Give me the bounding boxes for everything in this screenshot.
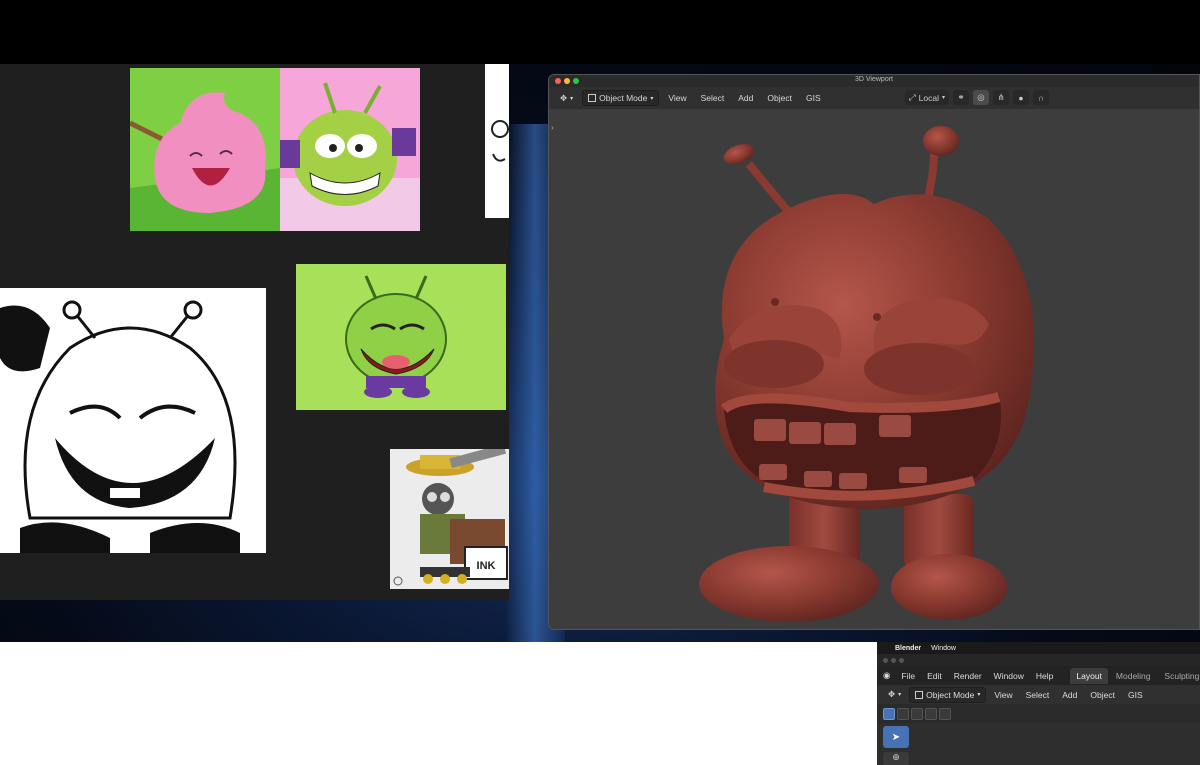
mode-dropdown[interactable]: Object Mode ▾ (582, 90, 660, 106)
snap-target-button[interactable]: ⋔ (993, 90, 1009, 105)
chevron-down-icon: ▾ (898, 692, 902, 698)
blender-logo-icon[interactable]: ◉ (883, 670, 890, 681)
chevron-down-icon: ▾ (977, 692, 981, 698)
menu-render[interactable]: Render (949, 669, 987, 683)
app-menu-blender[interactable]: Blender (895, 645, 921, 652)
snap-target-icon: ⋔ (997, 92, 1005, 102)
cursor-arrow-icon: ➤ (891, 731, 901, 743)
chevron-right-icon[interactable]: › (551, 123, 554, 132)
viewport-canvas[interactable] (549, 109, 1199, 629)
reference-image-lime-alien[interactable] (296, 264, 506, 410)
menu-select[interactable]: Select (696, 91, 730, 105)
reference-art-5: INK (393, 449, 508, 586)
cursor-tool-button[interactable]: ⊕ (883, 752, 909, 765)
select-subtract-icon[interactable] (911, 707, 923, 720)
menu-view[interactable]: View (989, 688, 1017, 702)
blender-viewport-header: ✥ ▾ Object Mode ▾ View Select Add Object … (877, 685, 1200, 704)
menu-object[interactable]: Object (1085, 688, 1120, 702)
menu-edit[interactable]: Edit (922, 669, 947, 683)
menu-gis[interactable]: GIS (1123, 688, 1148, 702)
select-intersect-icon[interactable] (939, 707, 951, 720)
top-black-band (0, 0, 1200, 64)
reference-art-4 (345, 275, 447, 398)
menu-view[interactable]: View (663, 91, 691, 105)
mode-label: Object Mode (599, 93, 648, 103)
menu-object[interactable]: Object (762, 91, 797, 105)
select-new-icon[interactable] (883, 707, 895, 720)
minimize-window-button[interactable] (891, 658, 896, 663)
chevron-down-icon: ▾ (650, 95, 654, 102)
blender-main-window[interactable]: Blender Window ◉ File Edit Render Window… (877, 642, 1200, 765)
app-menu-window[interactable]: Window (931, 645, 956, 652)
reference-art-1 (130, 68, 420, 231)
reference-art-3 (0, 288, 266, 553)
zoom-window-button[interactable] (899, 658, 904, 663)
viewport-title: 3D Viewport (854, 76, 893, 83)
mac-menubar: Blender Window (877, 642, 1200, 654)
viewport-right-tools: ⤢ Local ▾ ⚭ ◎ ⋔ ● ∩ (904, 90, 1049, 105)
menu-gis[interactable]: GIS (801, 91, 826, 105)
falloff-button[interactable]: ∩ (1033, 90, 1049, 105)
chevron-down-icon: ▾ (941, 95, 945, 101)
ink-label: INK (477, 560, 496, 572)
menu-select[interactable]: Select (1021, 688, 1055, 702)
close-window-button[interactable] (883, 658, 888, 663)
proportional-edit-toggle[interactable]: ● (1013, 90, 1029, 105)
orientation-label: Local (918, 92, 939, 103)
window-controls (877, 654, 1200, 666)
axis-editor-icon: ✥ (560, 92, 568, 103)
screen: INK 3D Viewport ✥ ▾ Object Mode ▾ View S… (0, 0, 1200, 765)
reference-image-pink-and-green[interactable] (130, 68, 420, 231)
falloff-curve-icon: ∩ (1037, 92, 1045, 103)
crosshair-icon: ⊕ (892, 752, 900, 762)
bottom-white-area (0, 642, 878, 765)
menu-file[interactable]: File (896, 669, 920, 683)
reference-image-sketch-strip[interactable] (485, 64, 509, 218)
pivot-point-button[interactable]: ⚭ (953, 90, 969, 105)
menu-add[interactable]: Add (1057, 688, 1082, 702)
blender-topbar: ◉ File Edit Render Window Help Layout Mo… (877, 666, 1200, 685)
mode-label: Object Mode (926, 689, 975, 700)
reference-image-manga[interactable] (0, 288, 266, 553)
tab-modeling[interactable]: Modeling (1110, 668, 1157, 684)
mode-dropdown[interactable]: Object Mode ▾ (909, 686, 987, 703)
snap-toggle[interactable]: ◎ (973, 90, 989, 105)
viewport-window[interactable]: 3D Viewport ✥ ▾ Object Mode ▾ View Select… (548, 74, 1200, 630)
selection-mode-row (877, 704, 1200, 723)
sculpted-alien-model (699, 126, 1034, 622)
menu-add[interactable]: Add (733, 91, 758, 105)
tab-layout[interactable]: Layout (1070, 667, 1108, 684)
select-tool-button[interactable]: ➤ (883, 726, 909, 748)
orientation-icon: ⤢ (908, 92, 916, 102)
editor-type-button[interactable]: ✥ ▾ (883, 687, 906, 702)
snap-icon: ◎ (977, 92, 985, 102)
object-mode-icon (915, 690, 924, 699)
transform-orientation-dropdown[interactable]: ⤢ Local ▾ (904, 90, 949, 105)
menu-window[interactable]: Window (989, 669, 1029, 683)
select-extend-icon[interactable] (897, 707, 909, 720)
viewport-titlebar[interactable]: 3D Viewport (549, 75, 1199, 87)
axis-editor-icon: ✥ (888, 689, 896, 699)
object-mode-icon (588, 94, 597, 102)
reference-art-2 (491, 120, 509, 162)
reference-image-ink-character[interactable]: INK (390, 449, 509, 589)
proportional-icon: ● (1018, 92, 1024, 103)
menu-help[interactable]: Help (1031, 669, 1058, 683)
viewport-header: ✥ ▾ Object Mode ▾ View Select Add Object … (549, 87, 1199, 109)
editor-type-button[interactable]: ✥ ▾ (555, 91, 578, 106)
tab-sculpting[interactable]: Sculpting (1158, 668, 1200, 684)
link-icon: ⚭ (957, 92, 965, 102)
reference-board: INK (0, 64, 509, 600)
select-invert-icon[interactable] (925, 707, 937, 720)
chevron-down-icon: ▾ (570, 95, 574, 102)
